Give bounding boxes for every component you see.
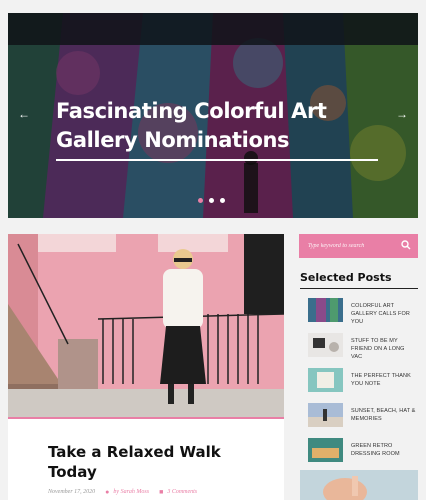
selected-post-title[interactable]: Sunset, Beach, Hat & Memories [351,407,417,423]
post-thumbnail[interactable] [308,368,343,392]
search-box [299,234,418,258]
post-author[interactable]: by Sarah Moss [113,489,149,495]
arrow-left-icon[interactable]: ← [18,107,30,121]
hero-slider[interactable]: Fascinating Colorful Art Gallery Nominat… [8,13,418,218]
selected-post-item[interactable]: The Perfect Thank You Note [308,366,418,395]
slider-dot[interactable] [209,198,214,203]
post-comments-link[interactable]: 3 Comments [167,489,197,495]
post-thumbnail[interactable] [308,438,343,462]
hero-title[interactable]: Fascinating Colorful Art Gallery Nominat… [56,97,356,155]
post-title[interactable]: Take a Relaxed Walk Today [48,442,248,482]
post-image-accent [8,417,284,419]
selected-post-title[interactable]: Colorful Art Gallery Calls for You [351,302,417,326]
author-avatar-icon: ● [105,488,110,496]
slider-dots [198,198,225,203]
post-thumbnail[interactable] [308,298,343,322]
post-meta: November 17, 2020 ● by Sarah Moss ■ 3 Co… [48,488,197,496]
widget-divider [300,288,418,289]
post-thumbnail[interactable] [308,333,343,357]
selected-posts-title: Selected Posts [300,271,392,284]
selected-post-item[interactable]: Sunset, Beach, Hat & Memories [308,401,418,430]
selected-posts-list: Colorful Art Gallery Calls for You Stuff… [308,296,418,471]
selected-post-item[interactable]: Stuff to Be My Friend on a Long Vac [308,331,418,360]
arrow-right-icon[interactable]: → [396,107,408,121]
selected-post-title[interactable]: Green Retro Dressing Room [351,442,417,458]
featured-post: Take a Relaxed Walk Today November 17, 2… [8,234,284,500]
search-input[interactable] [308,243,404,249]
selected-post-item[interactable]: Colorful Art Gallery Calls for You [308,296,418,325]
sidebar-image[interactable] [300,470,418,500]
post-date: November 17, 2020 [48,489,96,495]
post-thumbnail[interactable] [308,403,343,427]
hero-title-underline [56,159,378,161]
comment-icon: ■ [159,488,164,496]
post-image[interactable] [8,234,284,417]
slider-dot[interactable] [220,198,225,203]
selected-post-title[interactable]: Stuff to Be My Friend on a Long Vac [351,337,417,361]
slider-dot[interactable] [198,198,203,203]
search-icon[interactable] [401,240,411,250]
selected-post-item[interactable]: Green Retro Dressing Room [308,436,418,465]
selected-post-title[interactable]: The Perfect Thank You Note [351,372,417,388]
